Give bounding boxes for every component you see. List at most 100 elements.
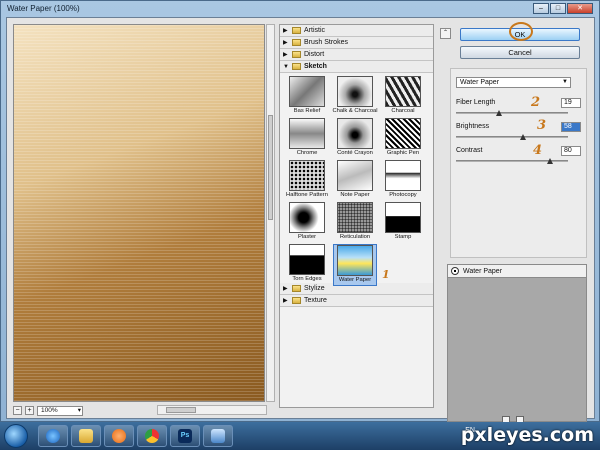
filter-stamp[interactable]: Stamp bbox=[381, 202, 425, 244]
filter-gallery-window: Water Paper (100%) – □ ✕ − + 100% ▾ ▶ Ar… bbox=[0, 0, 600, 424]
folder-icon bbox=[292, 297, 301, 304]
filter-conte-crayon[interactable]: Conté Crayon bbox=[333, 118, 377, 160]
filter-label: Photocopy bbox=[389, 192, 417, 198]
zoom-in-button[interactable]: + bbox=[25, 406, 34, 415]
chevron-down-icon: ▾ bbox=[77, 406, 81, 414]
brightness-input[interactable]: 58 bbox=[561, 122, 581, 132]
filter-label: Plaster bbox=[297, 234, 317, 240]
category-sketch[interactable]: ▼ Sketch bbox=[280, 61, 433, 73]
preview-horizontal-scrollbar[interactable] bbox=[157, 405, 267, 415]
fiber-length-input[interactable]: 19 bbox=[561, 98, 581, 108]
annotation-4: 4 bbox=[533, 143, 543, 158]
contrast-input[interactable]: 80 bbox=[561, 146, 581, 156]
brightness-label: Brightness bbox=[456, 123, 490, 130]
filter-thumbnail bbox=[289, 76, 325, 107]
category-texture[interactable]: ▶ Texture bbox=[280, 295, 433, 307]
filter-graphic-pen[interactable]: Graphic Pen bbox=[381, 118, 425, 160]
horizontal-scroll-thumb[interactable] bbox=[166, 407, 196, 413]
filter-reticulation[interactable]: Reticulation bbox=[333, 202, 377, 244]
filter-label: Chalk & Charcoal bbox=[332, 108, 378, 114]
preview-vertical-scrollbar[interactable] bbox=[266, 24, 275, 402]
minimize-button[interactable]: – bbox=[533, 3, 549, 14]
taskbar-chrome[interactable] bbox=[137, 425, 167, 447]
filter-label: Halftone Pattern bbox=[286, 192, 328, 198]
expand-arrow-icon: ▶ bbox=[283, 40, 288, 46]
contrast-slider-handle[interactable] bbox=[547, 158, 554, 164]
taskbar: Ps EN pxleyes.com bbox=[0, 422, 600, 450]
settings-panel: ⌃ OK Cancel Water Paper ▼ Fiber Length 1… bbox=[440, 22, 590, 422]
filter-thumbnail bbox=[385, 202, 421, 233]
filter-thumbnail bbox=[289, 160, 325, 191]
fiber-length-control: Fiber Length 19 bbox=[456, 98, 581, 121]
category-label: Texture bbox=[304, 297, 327, 304]
folder-icon bbox=[292, 51, 301, 58]
filter-select-value: Water Paper bbox=[460, 79, 500, 86]
brightness-slider-track[interactable] bbox=[456, 136, 568, 138]
filter-plaster[interactable]: Plaster bbox=[285, 202, 329, 244]
filter-photocopy[interactable]: Photocopy bbox=[381, 160, 425, 202]
filter-thumbnail bbox=[337, 245, 373, 276]
fiber-length-slider-track[interactable] bbox=[456, 112, 568, 114]
expand-arrow-icon: ▶ bbox=[283, 298, 288, 304]
collapse-thumbnails-button[interactable]: ⌃ bbox=[440, 28, 451, 39]
window-controls: – □ ✕ bbox=[533, 3, 593, 14]
photoshop-icon-label: Ps bbox=[180, 432, 190, 439]
chevron-down-icon: ▼ bbox=[562, 79, 568, 85]
taskbar-photoshop[interactable]: Ps bbox=[170, 425, 200, 447]
fiber-length-slider-handle[interactable] bbox=[495, 110, 502, 116]
category-label: Sketch bbox=[304, 63, 327, 70]
filter-chalk-charcoal[interactable]: Chalk & Charcoal bbox=[332, 76, 378, 118]
taskbar-explorer[interactable] bbox=[71, 425, 101, 447]
expand-arrow-icon: ▶ bbox=[283, 28, 288, 34]
filter-thumbnail bbox=[289, 202, 325, 233]
effect-layer-row[interactable]: Water Paper bbox=[448, 265, 586, 278]
category-label: Distort bbox=[304, 51, 325, 58]
filter-preview-image[interactable] bbox=[13, 24, 265, 402]
eye-icon[interactable] bbox=[451, 267, 459, 275]
window-title: Water Paper (100%) bbox=[7, 4, 80, 13]
filter-halftone-pattern[interactable]: Halftone Pattern bbox=[285, 160, 329, 202]
close-button[interactable]: ✕ bbox=[567, 3, 593, 14]
chrome-icon bbox=[145, 429, 159, 443]
taskbar-internet-explorer[interactable] bbox=[38, 425, 68, 447]
folder-icon bbox=[292, 27, 301, 34]
folder-icon bbox=[79, 429, 93, 443]
folder-icon bbox=[292, 39, 301, 46]
filter-thumbnail bbox=[289, 244, 325, 275]
filter-label: Stamp bbox=[394, 234, 412, 240]
category-brush-strokes[interactable]: ▶ Brush Strokes bbox=[280, 37, 433, 49]
filter-thumbnail bbox=[385, 76, 421, 107]
category-distort[interactable]: ▶ Distort bbox=[280, 49, 433, 61]
photoshop-icon: Ps bbox=[178, 429, 192, 443]
internet-explorer-icon bbox=[46, 429, 60, 443]
zoom-out-button[interactable]: − bbox=[13, 406, 22, 415]
filter-label: Torn Edges bbox=[292, 276, 322, 282]
category-artistic[interactable]: ▶ Artistic bbox=[280, 25, 433, 37]
filter-select[interactable]: Water Paper ▼ bbox=[456, 77, 571, 88]
zoom-select[interactable]: 100% ▾ bbox=[37, 405, 83, 416]
brightness-slider-handle[interactable] bbox=[520, 134, 527, 140]
annotation-2: 2 bbox=[531, 95, 541, 110]
filter-chrome[interactable]: Chrome bbox=[285, 118, 329, 160]
maximize-button[interactable]: □ bbox=[550, 3, 566, 14]
filter-label: Note Paper bbox=[340, 192, 370, 198]
cancel-button[interactable]: Cancel bbox=[460, 46, 580, 59]
start-button[interactable] bbox=[4, 424, 28, 448]
filter-charcoal[interactable]: Charcoal bbox=[381, 76, 425, 118]
annotation-1: 1 bbox=[382, 268, 390, 281]
taskbar-network[interactable] bbox=[203, 425, 233, 447]
filter-note-paper[interactable]: Note Paper bbox=[333, 160, 377, 202]
contrast-control: Contrast 80 bbox=[456, 146, 581, 169]
filter-thumbnail bbox=[337, 118, 373, 149]
filter-torn-edges[interactable]: Torn Edges bbox=[285, 244, 329, 286]
brightness-control: Brightness 58 bbox=[456, 122, 581, 145]
filter-settings: Water Paper ▼ Fiber Length 19 Brightness… bbox=[450, 68, 587, 258]
filter-water-paper[interactable]: Water Paper bbox=[333, 244, 377, 286]
vertical-scroll-thumb[interactable] bbox=[268, 115, 273, 220]
filter-thumbnail bbox=[385, 160, 421, 191]
taskbar-media-player[interactable] bbox=[104, 425, 134, 447]
filter-bas-relief[interactable]: Bas Relief bbox=[285, 76, 329, 118]
effect-layers-panel: Water Paper bbox=[447, 264, 587, 422]
collapse-arrow-icon: ▼ bbox=[283, 63, 289, 70]
category-label: Stylize bbox=[304, 285, 325, 292]
